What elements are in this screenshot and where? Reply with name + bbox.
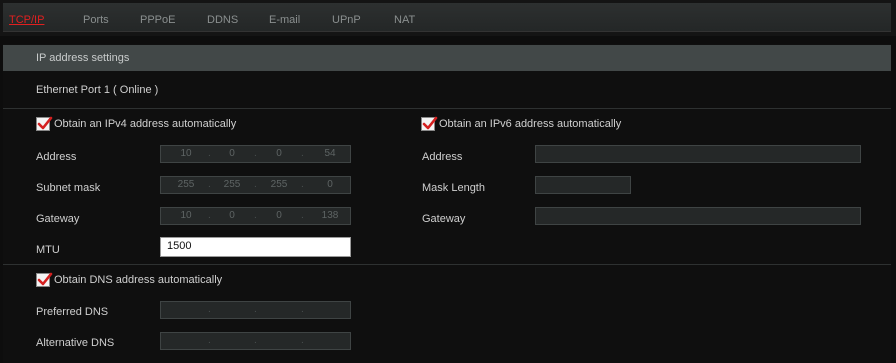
tab-upnp[interactable]: UPnP (332, 14, 361, 26)
ip-dot: . (301, 335, 304, 346)
mask-length-label: Mask Length (422, 182, 485, 194)
tab-pppoe[interactable]: PPPoE (140, 14, 175, 26)
tab-nat[interactable]: NAT (394, 14, 415, 26)
ipv6-gateway-label: Gateway (422, 213, 466, 225)
ipv6-auto-label: Obtain an IPv6 address automatically (439, 118, 622, 130)
preferred-dns-label: Preferred DNS (36, 306, 109, 318)
ip-octet: 0 (276, 148, 282, 159)
ip-octet: 10 (180, 148, 192, 159)
ip-dot: . (208, 304, 211, 315)
ipv4-address-label: Address (36, 151, 77, 163)
ipv6-address-label: Address (422, 151, 463, 163)
alternative-dns-field: . . . (160, 332, 351, 350)
mask-length-field (535, 176, 631, 194)
divider (3, 264, 891, 265)
subnet-mask-label: Subnet mask (36, 182, 101, 194)
ip-octet: 0 (276, 210, 282, 221)
divider (3, 108, 891, 109)
ipv6-address-field (535, 145, 861, 163)
port-status: Ethernet Port 1 ( Online ) (36, 84, 159, 96)
ip-octet: 54 (324, 148, 336, 159)
dns-auto-checkbox[interactable] (36, 272, 53, 287)
checkmark-icon (422, 116, 438, 130)
ip-dot: . (208, 210, 211, 221)
ipv4-address-field: 10 . 0 . 0 . 54 (160, 145, 351, 163)
alternative-dns-label: Alternative DNS (36, 337, 115, 349)
ip-octet: 255 (177, 179, 195, 190)
ipv4-auto-label: Obtain an IPv4 address automatically (54, 118, 237, 130)
ip-dot: . (301, 304, 304, 315)
ip-octet: 0 (327, 179, 333, 190)
tab-ddns[interactable]: DDNS (207, 14, 238, 26)
ipv4-gateway-field: 10 . 0 . 0 . 138 (160, 207, 351, 225)
tab-email[interactable]: E-mail (269, 14, 300, 26)
ip-dot: . (208, 148, 211, 159)
mtu-value: 1500 (167, 240, 192, 252)
tab-tcpip[interactable]: TCP/IP (9, 14, 44, 26)
ipv6-gateway-field (535, 207, 861, 225)
ipv4-auto-checkbox[interactable] (36, 116, 53, 131)
ipv6-auto-checkbox[interactable] (421, 116, 438, 131)
ip-dot: . (254, 148, 257, 159)
dns-auto-label: Obtain DNS address automatically (54, 274, 223, 286)
preferred-dns-field: . . . (160, 301, 351, 319)
tab-ports[interactable]: Ports (83, 14, 109, 26)
mtu-label: MTU (36, 244, 60, 256)
ip-octet: 255 (270, 179, 288, 190)
mtu-input[interactable]: 1500 (160, 237, 351, 257)
checkmark-icon (37, 272, 53, 286)
ip-octet: 138 (321, 210, 339, 221)
ip-dot: . (254, 304, 257, 315)
ip-octet: 255 (223, 179, 241, 190)
ip-octet: 0 (229, 148, 235, 159)
ip-dot: . (208, 179, 211, 190)
ip-dot: . (254, 179, 257, 190)
ip-dot: . (208, 335, 211, 346)
ip-octet: 0 (229, 210, 235, 221)
ipv4-gateway-label: Gateway (36, 213, 80, 225)
ip-dot: . (301, 210, 304, 221)
ip-dot: . (254, 335, 257, 346)
subnet-mask-field: 255 . 255 . 255 . 0 (160, 176, 351, 194)
ip-dot: . (254, 210, 257, 221)
ip-dot: . (301, 148, 304, 159)
ip-octet: 10 (180, 210, 192, 221)
tab-strip: TCP/IP Ports PPPoE DDNS E-mail UPnP NAT (3, 3, 891, 32)
tab-bar: TCP/IP Ports PPPoE DDNS E-mail UPnP NAT (0, 0, 896, 36)
section-header: IP address settings (3, 45, 891, 71)
ip-dot: . (301, 179, 304, 190)
checkmark-icon (37, 116, 53, 130)
